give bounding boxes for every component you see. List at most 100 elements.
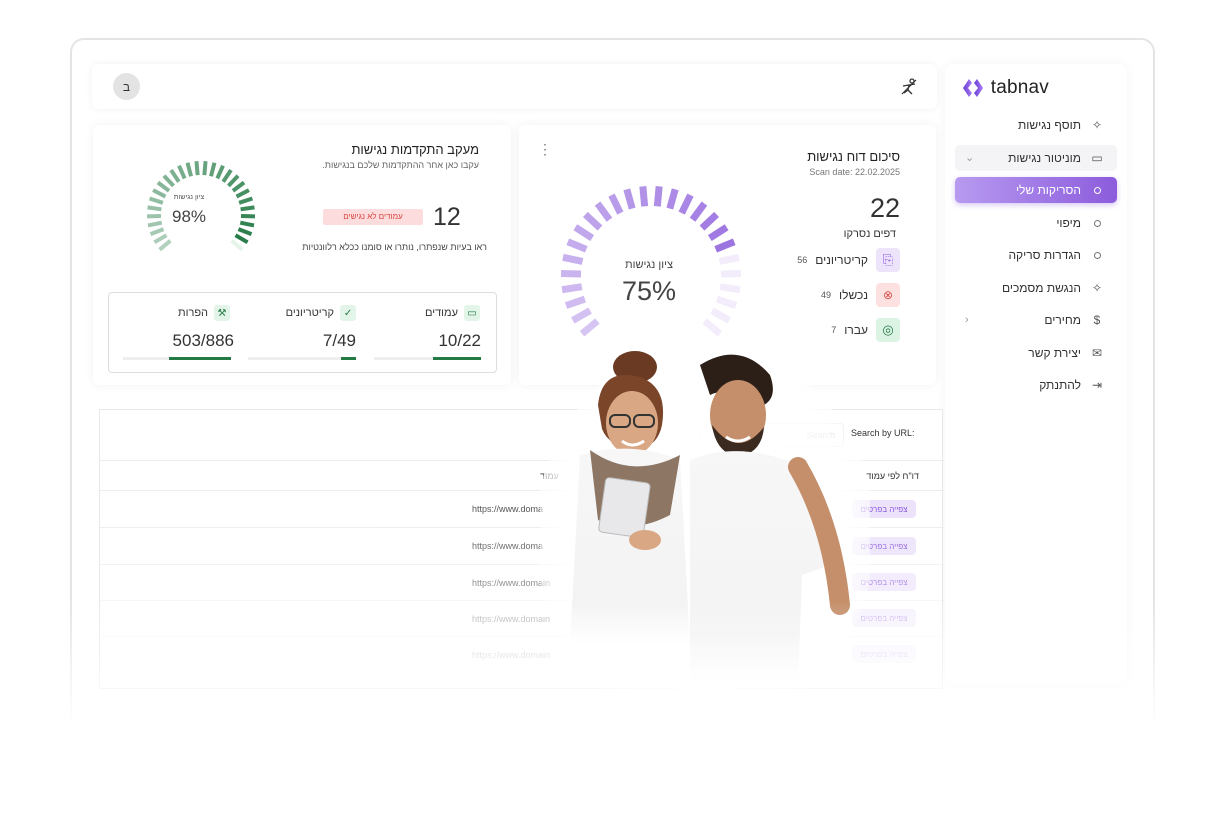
gauge-segment [226,174,240,188]
stat-bar [374,357,481,360]
row-criteria: ⎘ קריטריונים 56 [797,248,900,272]
sidebar-item-accessibility-monitor[interactable]: ▭ מוניטור נגישות ⌄ [955,144,1117,171]
gauge-segment [239,220,255,228]
gauge-segment [719,283,741,294]
pages-scanned-label: דפים נסרקו [843,228,896,240]
circle-icon [1089,183,1105,197]
gauge-segment [235,188,250,199]
circle-icon [1089,216,1105,230]
gauge-segment [566,238,588,253]
gauge-segment [237,227,253,236]
gauge-segment [153,233,168,245]
row-label: נכשלו [839,288,868,302]
sidebar: tabnav ✧ תוסף נגישות ▭ מוניטור נגישות ⌄ הסר… [945,64,1127,684]
sidebar-item-label: יצירת קשר [1028,345,1081,360]
sidebar-item-pricing[interactable]: $ מחירים ‹ [955,307,1117,333]
gauge-value: 75% [621,276,677,306]
row-label: עברו [844,323,868,337]
gauge-label: ציון נגישות [173,194,205,201]
chevron-down-icon: ⌄ [965,152,975,164]
sidebar-item-label: להתנתק [1039,378,1081,392]
more-options-icon[interactable]: ⋮ [538,142,552,156]
gauge-label: ציון נגישות [625,259,673,271]
gauge-segment [594,201,613,222]
gauge-segment [209,162,217,177]
gauge-segment [715,295,738,309]
tabnav-logo-icon [962,79,983,97]
row-url[interactable]: https://www.domain [472,578,550,588]
gauge-segment [579,318,600,337]
pages-scanned-count: 22 [869,193,900,223]
pages-icon: ▭ [464,305,480,321]
gauge-segment [238,196,254,205]
row-url[interactable]: https://www.doma [472,504,543,514]
stat-bar [248,357,356,360]
mail-icon: ✉ [1091,345,1103,360]
sidebar-item-documents[interactable]: ✧ הנגשת מסמכים [955,275,1117,301]
accessibility-icon[interactable] [899,77,919,97]
gauge-segment [718,253,740,265]
gauge-segment [560,269,582,278]
gauge-segment [564,295,587,309]
gauge-value: 98% [171,207,207,226]
check-icon: ✓ [340,305,356,321]
sidebar-item-accessibility-plugin[interactable]: ✧ תוסף נגישות [955,112,1117,138]
stat-value: 10/22 [438,331,481,350]
gauge-segment [623,188,636,210]
sidebar-item-label: מיפוי [1056,215,1081,230]
sidebar-item-mapping[interactable]: מיפוי [955,210,1117,236]
stat-label: הפרות [177,307,208,319]
logout-icon: ⇥ [1091,378,1103,392]
progress-title: מעקב התקדמות נגישות [351,142,479,157]
column-header-report: דו"ח לפי עמוד [866,471,919,481]
row-url[interactable]: https://www.domain [472,614,550,624]
sidebar-item-my-scans[interactable]: הסריקות שלי [955,177,1117,203]
inaccessible-count: 12 [433,203,461,231]
gauge-segment [608,193,624,215]
progress-subtitle: עקבו כאן אחר ההתקדמות שלכם בנגישות. [322,160,479,170]
sidebar-item-contact[interactable]: ✉ יצירת קשר [955,340,1117,366]
sidebar-item-label: מחירים [1044,313,1081,327]
row-url[interactable]: https://www.domain [472,650,550,660]
status-badge: עמודים לא נגישים [323,209,423,225]
gauge-segment [573,224,595,242]
gauge-segment [185,162,193,177]
sidebar-item-logout[interactable]: ⇥ להתנתק [955,372,1117,398]
gauge-segment [169,168,181,183]
gauge-segment [240,205,255,212]
monitor-icon: ▭ [1091,150,1103,165]
gauge-segment [707,224,729,242]
row-url[interactable]: https://www.doma [472,541,543,551]
row-value: 7 [831,325,837,335]
gauge-segment [149,227,165,236]
stat-bar [123,357,231,360]
stat-value: 503/886 [172,331,234,350]
sidebar-item-label: תוסף נגישות [1018,118,1081,132]
avatar[interactable]: ב [113,73,140,100]
row-failed: ⊗ נכשלו 49 [821,283,900,307]
failed-icon: ⊗ [876,283,900,307]
sidebar-item-label: הנגשת מסמכים [1001,280,1081,295]
gauge-segment [678,193,694,215]
gauge-segment [561,283,583,294]
gauge-segment [720,269,742,278]
stats-box: ▭ עמודים 10/22 ✓ קריטריונים 7/49 ⚒ הפרות… [108,292,497,373]
sidebar-item-label: הסריקות שלי [1015,183,1081,197]
gauge-segment [653,186,663,207]
top-header: ב [92,64,937,109]
gauge-segment [234,233,249,245]
sidebar-nav: ✧ תוסף נגישות ▭ מוניטור נגישות ⌄ הסריקות של… [955,112,1117,405]
row-value: 49 [821,290,832,300]
gauge-segment [639,186,649,207]
summary-title: סיכום דוח נגישות [807,149,900,164]
stat-violations: ⚒ הפרות [178,305,230,321]
gauge-segment [177,164,187,180]
logo[interactable]: tabnav [961,76,1049,100]
gauge-segment [215,164,225,180]
row-passed: ◎ עברו 7 [831,318,900,342]
stat-label: קריטריונים [285,307,334,319]
row-value: 56 [797,255,808,265]
gauge-segment [162,174,176,188]
stat-criteria: ✓ קריטריונים [286,305,356,321]
sidebar-item-scan-settings[interactable]: הגדרות סריקה [955,242,1117,268]
